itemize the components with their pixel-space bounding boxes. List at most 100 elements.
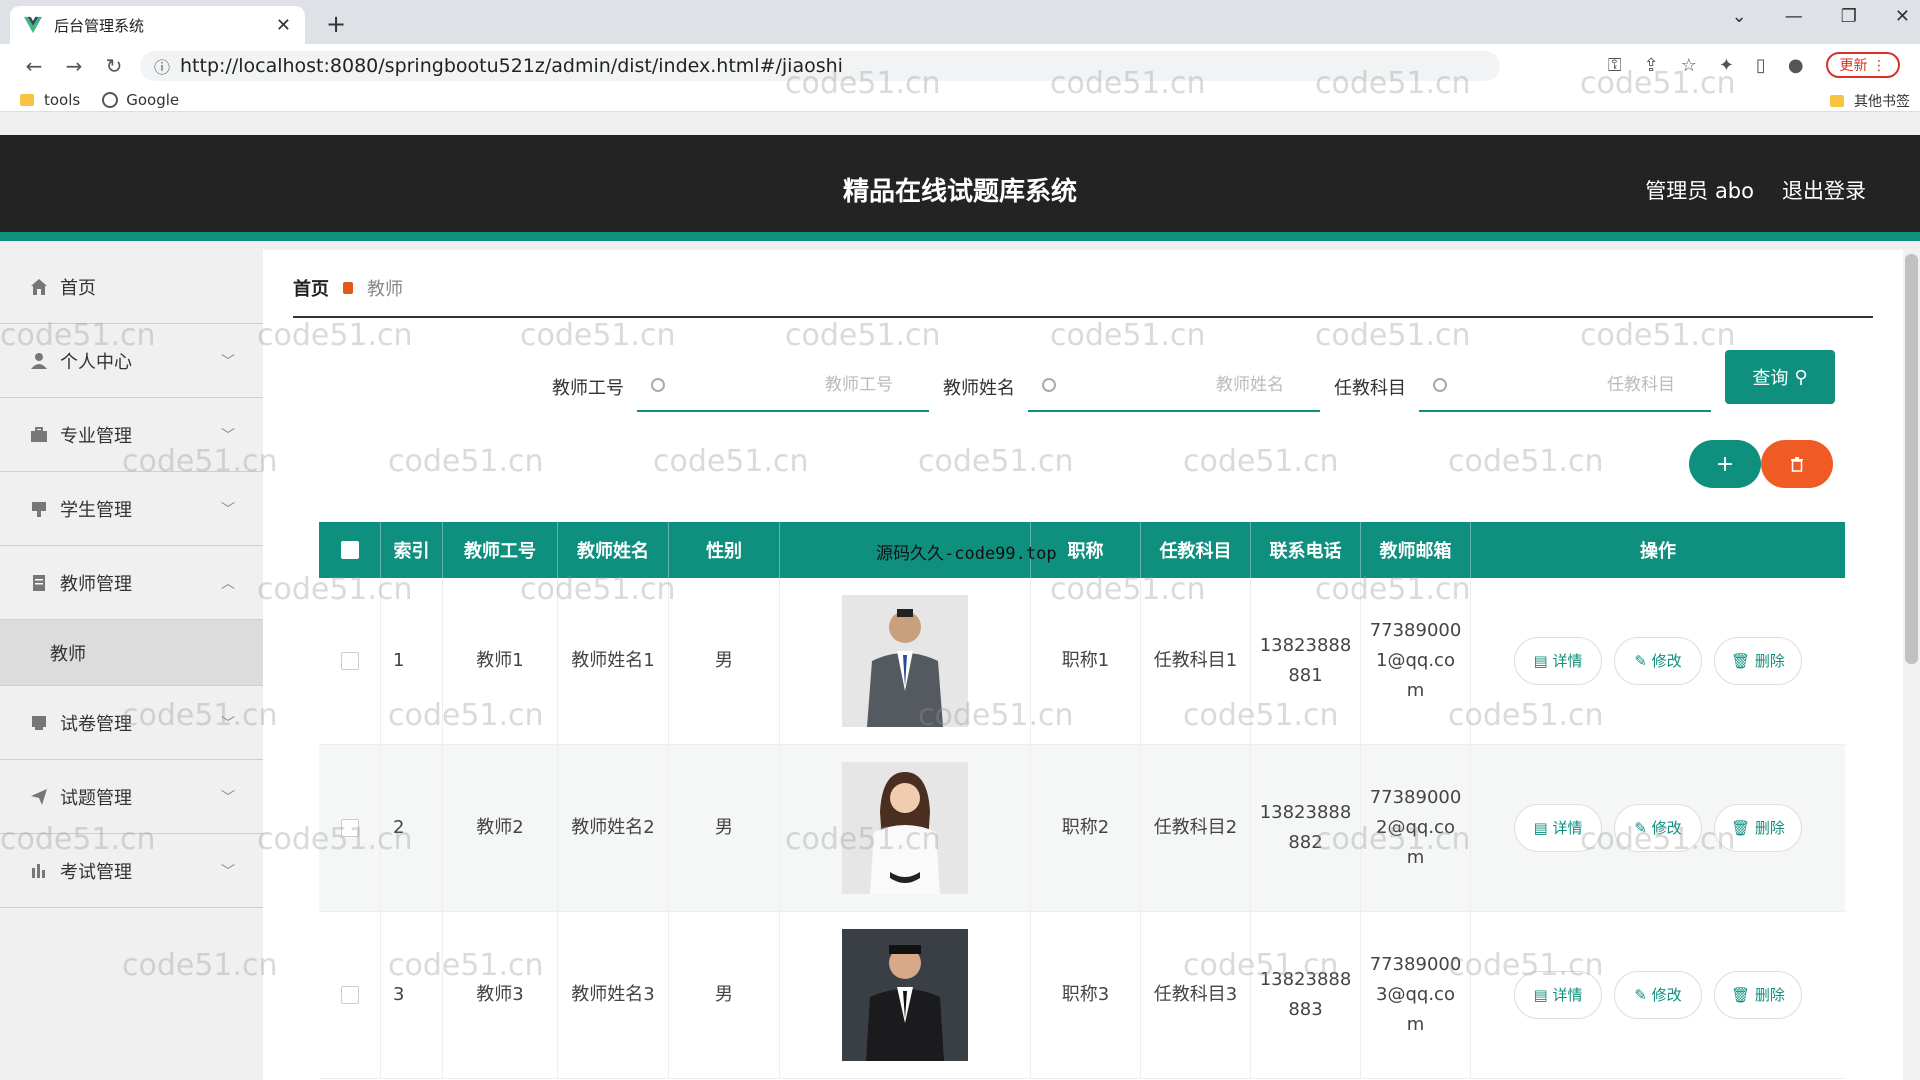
sidebar-item-teachers[interactable]: 教师管理 ︿ — [0, 546, 263, 620]
profile-icon[interactable]: ● — [1788, 55, 1804, 76]
search-field-name[interactable] — [1028, 360, 1320, 412]
url-text: http://localhost:8080/springbootu521z/ad… — [180, 55, 843, 77]
toolbar-icons: ⚿ ⇪ ☆ ✦ ▯ ● 更新 ⋮ — [1608, 52, 1900, 78]
cell-teacher-name: 教师姓名1 — [558, 578, 669, 744]
cell-actions: ▤ 详情 ✎ 修改 🗑 删除 — [1471, 912, 1845, 1078]
detail-button[interactable]: ▤ 详情 — [1514, 804, 1602, 852]
search-input-name[interactable] — [1056, 365, 1320, 405]
sidebar-item-students[interactable]: 学生管理 ﹀ — [0, 472, 263, 546]
close-window-icon[interactable]: ✕ — [1895, 6, 1910, 27]
chevron-up-icon: ︿ — [221, 575, 235, 592]
delete-button[interactable]: 🗑 删除 — [1714, 804, 1802, 852]
cell-actions: ▤ 详情 ✎ 修改 🗑 删除 — [1471, 578, 1845, 744]
document-icon: ▤ — [1533, 652, 1553, 670]
cell-gender: 男 — [669, 912, 780, 1078]
pencil-icon: ✎ — [1634, 652, 1652, 670]
cell-subject: 任教科目2 — [1141, 745, 1251, 911]
logout-link[interactable]: 退出登录 — [1782, 175, 1866, 205]
header-teacher-id: 教师工号 — [443, 522, 558, 578]
info-icon[interactable]: ⓘ — [154, 54, 170, 78]
restore-icon[interactable]: ❐ — [1841, 6, 1857, 27]
sidebar-item-exams[interactable]: 考试管理 ﹀ — [0, 834, 263, 908]
cell-teacher-id: 教师2 — [443, 745, 558, 911]
pencil-icon: ✎ — [1634, 819, 1652, 837]
sidebar-item-papers[interactable]: 试卷管理 ﹀ — [0, 686, 263, 760]
teacher-table: 索引 教师工号 教师姓名 性别 职称 任教科目 联系电话 教师邮箱 操作 1 教… — [319, 522, 1845, 1079]
search-icon — [1042, 378, 1056, 392]
search-icon — [651, 378, 665, 392]
page-scrollbar-thumb[interactable] — [1905, 254, 1918, 664]
checkbox[interactable] — [340, 819, 359, 837]
edit-button[interactable]: ✎ 修改 — [1614, 637, 1702, 685]
other-bookmarks[interactable]: 其他书签 — [1830, 91, 1910, 111]
edit-button[interactable]: ✎ 修改 — [1614, 971, 1702, 1019]
sidebar-subitem-teacher[interactable]: 教师 — [0, 620, 263, 686]
add-button[interactable]: + — [1689, 440, 1761, 488]
batch-delete-button[interactable] — [1761, 440, 1833, 488]
tab-close-icon[interactable]: ✕ — [276, 15, 291, 36]
search-field-subject[interactable] — [1419, 360, 1711, 412]
sidebar-item-home[interactable]: 首页 — [0, 250, 263, 324]
chevron-down-icon: ﹀ — [221, 715, 235, 732]
extensions-icon[interactable]: ✦ — [1719, 55, 1734, 76]
teacher-photo — [842, 595, 968, 727]
trash-icon: 🗑 — [1731, 986, 1755, 1004]
cell-email: 77389000 3@qq.co m — [1361, 912, 1471, 1078]
search-field-id[interactable] — [637, 360, 929, 412]
browser-tab[interactable]: 后台管理系统 ✕ — [10, 6, 305, 44]
sidebar-item-profile[interactable]: 个人中心 ﹀ — [0, 324, 263, 398]
checkbox[interactable] — [340, 652, 359, 670]
detail-button[interactable]: ▤ 详情 — [1514, 971, 1602, 1019]
detail-button[interactable]: ▤ 详情 — [1514, 637, 1602, 685]
trash-icon: 🗑 — [1731, 819, 1755, 837]
tab-list-chevron-icon[interactable]: ⌄ — [1732, 6, 1747, 27]
teacher-icon — [33, 574, 45, 591]
row-select — [319, 912, 381, 1078]
sidepanel-icon[interactable]: ▯ — [1756, 55, 1766, 76]
sidebar-item-major[interactable]: 专业管理 ﹀ — [0, 398, 263, 472]
home-icon — [31, 278, 47, 295]
star-icon[interactable]: ☆ — [1681, 55, 1697, 76]
key-icon[interactable]: ⚿ — [1608, 55, 1622, 76]
search-input-subject[interactable] — [1447, 365, 1711, 405]
delete-button[interactable]: 🗑 删除 — [1714, 971, 1802, 1019]
breadcrumb-separator-icon — [343, 282, 353, 294]
cell-title: 职称3 — [1031, 912, 1141, 1078]
cell-title: 职称1 — [1031, 578, 1141, 744]
trash-icon — [1791, 457, 1803, 472]
checkbox[interactable] — [340, 986, 359, 1004]
search-label-subject: 任教科目 — [1334, 378, 1406, 399]
update-button[interactable]: 更新 ⋮ — [1825, 52, 1900, 78]
header-select-all[interactable] — [319, 522, 381, 578]
teacher-photo — [842, 762, 968, 894]
chart-icon — [32, 863, 45, 878]
user-icon — [31, 352, 47, 369]
new-tab-icon[interactable]: + — [326, 10, 346, 38]
cell-subject: 任教科目1 — [1141, 578, 1251, 744]
vue-logo-icon — [24, 16, 42, 34]
document-icon: ▤ — [1533, 819, 1553, 837]
minimize-icon[interactable]: — — [1785, 6, 1803, 27]
query-button[interactable]: 查询 ⚲ — [1725, 350, 1835, 404]
reload-icon[interactable]: ↻ — [94, 54, 134, 78]
edit-button[interactable]: ✎ 修改 — [1614, 804, 1702, 852]
forward-icon[interactable]: → — [54, 54, 94, 78]
share-icon[interactable]: ⇪ — [1644, 55, 1659, 76]
header-email: 教师邮箱 — [1361, 522, 1471, 578]
app-title: 精品在线试题库系统 — [842, 177, 1077, 207]
checkbox[interactable] — [340, 541, 359, 559]
bookmark-google[interactable]: Google — [102, 91, 179, 109]
search-icon — [1433, 378, 1447, 392]
app-header: 精品在线试题库系统 管理员 abo 退出登录 — [0, 135, 1920, 241]
address-bar: ← → ↻ ⓘ http://localhost:8080/springboot… — [0, 44, 1920, 88]
back-icon[interactable]: ← — [14, 54, 54, 78]
search-label-name: 教师姓名 — [943, 378, 1015, 399]
breadcrumb-current: 教师 — [367, 279, 403, 300]
bookmark-tools[interactable]: tools — [20, 91, 80, 109]
sidebar-item-questions[interactable]: 试题管理 ﹀ — [0, 760, 263, 834]
delete-button[interactable]: 🗑 删除 — [1714, 637, 1802, 685]
row-select — [319, 745, 381, 911]
search-input-id[interactable] — [665, 365, 929, 405]
url-field[interactable]: ⓘ http://localhost:8080/springbootu521z/… — [140, 51, 1500, 81]
breadcrumb-home[interactable]: 首页 — [293, 275, 329, 301]
